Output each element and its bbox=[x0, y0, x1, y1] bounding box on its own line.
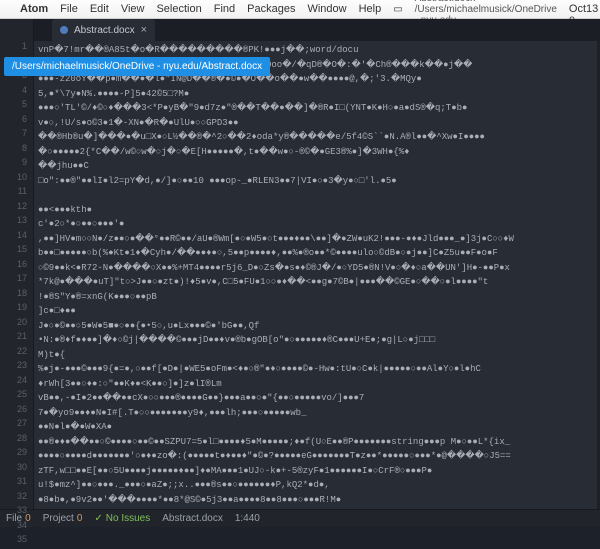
close-icon[interactable]: × bbox=[141, 24, 147, 36]
status-issues[interactable]: ✓ No Issues bbox=[94, 513, 150, 524]
code-line: ●●<●●●kth● bbox=[38, 203, 593, 218]
code-line: vnP�7!mr��®A85t�o�R���������®PK!●●●j��;w… bbox=[38, 43, 593, 58]
code-line: ●●N●l●�●W●XA● bbox=[38, 420, 593, 435]
menu-find[interactable]: Find bbox=[214, 3, 235, 15]
code-line: ♦rWh[3●●○♦●:○"●●K♦●<K●●○]●]z●lI®Lm bbox=[38, 377, 593, 392]
app-menu[interactable]: Atom bbox=[20, 3, 48, 15]
menu-packages[interactable]: Packages bbox=[247, 3, 295, 15]
code-line: b●●□●●●●●○b(%●Kt●1♦�Cyh●/��●●♦●○,5●●p●●●… bbox=[38, 246, 593, 261]
code-line: zTF,w□□●●E[●●○5U●●●●j●●●●●♦●●]♦●MA●●●1●U… bbox=[38, 464, 593, 479]
code-line: ●8●b●,●9v2●●'���●●●●*●●8*@S©●5j3●●a●●●●8… bbox=[38, 493, 593, 508]
code-line: M)t●{ bbox=[38, 348, 593, 363]
status-file[interactable]: File 0 bbox=[6, 513, 31, 524]
tab-label: Abstract.docx bbox=[74, 25, 135, 36]
code-line: ��®Hb®u�]���●�u□X●○L½��®�^2○��2♦oda*y®��… bbox=[38, 130, 593, 145]
code-line: ●●®●♦●��●●○©●●●●○●●©●●SZPU7=5●l□●●●●♦5●M… bbox=[38, 435, 593, 450]
code-line: ○©9●●k<●R72-N●����○X●●%+MT4●●●●r5j6_D●○Z… bbox=[38, 261, 593, 276]
code-line: v●○,!U/s●o©3●1�-XN●�R�●UlU●○○GPD3●● bbox=[38, 116, 593, 131]
status-project[interactable]: Project 0 bbox=[43, 513, 83, 524]
path-tooltip: /Users/michaelmusick/OneDrive - nyu.edu/… bbox=[4, 57, 270, 76]
line-number-gutter: 1234567891011121314151617181920212223242… bbox=[0, 19, 34, 509]
menu-edit[interactable]: Edit bbox=[90, 3, 109, 15]
menu-file[interactable]: File bbox=[60, 3, 78, 15]
menu-help[interactable]: Help bbox=[359, 3, 382, 15]
tab-bar: Abstract.docx × bbox=[34, 19, 600, 41]
code-line: �○●●●●●2{*C��/w©○w�○j�○�E[H●●●●●�,t●��w●… bbox=[38, 145, 593, 160]
menu-view[interactable]: View bbox=[121, 3, 145, 15]
code-line: %●j●-●●●©●●●9{●=●,○●●f[●D●|●WE5●oFm●<♦●○… bbox=[38, 362, 593, 377]
code-line: *7k@●���●uT]"t○>J●●○●zt●)!♦5●v●,C□5●FU●1… bbox=[38, 275, 593, 290]
code-line: u!$●mz^]●●○●●●._●●●○●aZ●;;x..●●●®s●●○●●●… bbox=[38, 478, 593, 493]
status-cursor[interactable]: 1:440 bbox=[235, 513, 260, 524]
code-line: ●●●○'TL'©/♦©○♦���3<*P●yB�"9●d7z●"®��T��●… bbox=[38, 101, 593, 116]
status-filename[interactable]: Abstract.docx bbox=[162, 513, 223, 524]
code-line: 7●�yo9●●♦●N●I#[.T●○○●●●●●●●y9♦,●●●lh;●●●… bbox=[38, 406, 593, 421]
code-line bbox=[38, 188, 593, 203]
code-line: vB●●,-●I●2●●��●●cX●○○●●●®●●●●G●●}●●●a●●○… bbox=[38, 391, 593, 406]
code-line: J●○●©●●○5●W●5■●○●●{●•5○,u●Lx●●●©●'bG●●,Q… bbox=[38, 319, 593, 334]
code-line: ,●●]HV●m○○N●/z●●○●��°●●R©●●/aU●®Wm[●○●W5… bbox=[38, 232, 593, 247]
status-bar: File 0 Project 0 ✓ No Issues Abstract.do… bbox=[0, 509, 600, 527]
code-line: ]c●□♦●● bbox=[38, 304, 593, 319]
menu-selection[interactable]: Selection bbox=[156, 3, 201, 15]
code-line: ��jhu●●C bbox=[38, 159, 593, 174]
tab-abstract-docx[interactable]: Abstract.docx × bbox=[52, 19, 155, 41]
code-line: •N:●®♦f●♦●●]�♦○©j|����©●●●jD●●♦v●®b●gOB[… bbox=[38, 333, 593, 348]
code-line: □o":●●®"●●lI●l2=pY�d,●/]●○●●10 ●●●op-_●R… bbox=[38, 174, 593, 189]
check-icon: ✓ bbox=[94, 513, 102, 524]
code-line: c'●2○*●○●●○●●●'● bbox=[38, 217, 593, 232]
code-line: ●●●●○●●●●d●●●●●●●'○●♦●zo�:(●●●●●t●♦●●♦"●… bbox=[38, 449, 593, 464]
menu-window[interactable]: Window bbox=[307, 3, 346, 15]
code-line: !●®S"Y●®=xnG(K●●●○●●pB bbox=[38, 290, 593, 305]
modified-dot-icon bbox=[60, 26, 68, 34]
macos-menubar: Atom File Edit View Selection Find Packa… bbox=[0, 0, 600, 19]
code-line: ]u=●●●;^'●●‰ bbox=[38, 507, 593, 509]
document-icon: ▭ bbox=[393, 4, 402, 15]
editor-content[interactable]: vnP�7!mr��®A85t�o�R���������®PK!●●●j��;w… bbox=[34, 41, 600, 509]
code-line: 5,●*\7y●N%.●●●●-P]5●42©5□?M● bbox=[38, 87, 593, 102]
